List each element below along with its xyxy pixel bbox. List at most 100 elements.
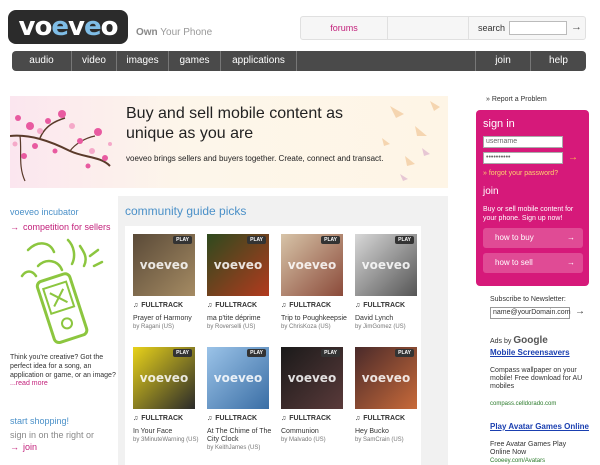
- track-title[interactable]: At The Chime of The City Clock: [207, 428, 277, 444]
- join-title: join: [483, 186, 499, 197]
- username-field[interactable]: username: [483, 136, 563, 148]
- music-note-icon: ♫: [207, 415, 213, 422]
- music-note-icon: ♫: [355, 302, 361, 309]
- music-note-icon: ♫: [133, 415, 139, 422]
- play-button[interactable]: PLAY: [321, 349, 340, 357]
- voeveo-watermark: voeveo: [139, 371, 189, 385]
- track-artist[interactable]: by Malvado (US): [281, 437, 326, 443]
- nav-join[interactable]: join: [476, 51, 531, 71]
- arrow-right-icon: →: [10, 442, 19, 452]
- join-description: Buy or sell mobile content for your phon…: [483, 206, 574, 222]
- track-card[interactable]: PLAY voeveo ♫ FULLTRACK Trip to Poughkeepsie…: [273, 226, 347, 339]
- album-cover[interactable]: PLAY voeveo: [355, 234, 417, 296]
- play-button[interactable]: PLAY: [173, 349, 192, 357]
- voeveo-watermark: voeveo: [287, 258, 337, 272]
- track-card[interactable]: PLAY voeveo ♫ FULLTRACK ma p'tite déprime by …: [199, 226, 269, 339]
- read-more-link[interactable]: ...read more: [10, 380, 48, 387]
- search-input[interactable]: [509, 21, 567, 35]
- track-card[interactable]: PLAY voeveo ♫ FULLTRACK David Lynch by JimGom…: [347, 226, 417, 339]
- signin-title: sign in: [483, 118, 515, 130]
- album-cover[interactable]: PLAY voeveo: [281, 347, 343, 409]
- password-field[interactable]: ••••••••••: [483, 152, 563, 164]
- play-button[interactable]: PLAY: [395, 349, 414, 357]
- fulltrack-label: ♫ FULLTRACK: [133, 415, 184, 422]
- ad-url-screensavers[interactable]: compass.celldorado.com: [490, 401, 556, 407]
- voeveo-watermark: voeveo: [361, 258, 411, 272]
- search-go-button[interactable]: →: [571, 21, 582, 33]
- track-title[interactable]: ma p'tite déprime: [207, 315, 277, 323]
- track-artist[interactable]: by KeithJames (US): [207, 445, 260, 451]
- newsletter-title: Subscribe to Newsletter:: [490, 296, 566, 303]
- album-cover[interactable]: PLAY voeveo: [355, 347, 417, 409]
- ad-text-screensavers: Compass wallpaper on your mobile! Free d…: [490, 367, 583, 390]
- forums-link[interactable]: forums: [301, 17, 388, 39]
- play-button[interactable]: PLAY: [395, 236, 414, 244]
- nav-help[interactable]: help: [531, 51, 586, 71]
- track-card[interactable]: PLAY voeveo ♫ FULLTRACK Communion by Malvado …: [273, 339, 343, 452]
- ads-by-google-label[interactable]: Ads by Google: [490, 335, 548, 346]
- track-artist[interactable]: by SamCrain (US): [355, 437, 404, 443]
- voeveo-watermark: voeveo: [213, 258, 263, 272]
- ad-title-avatar-games[interactable]: Play Avatar Games Online: [490, 422, 590, 431]
- nav-applications[interactable]: applications: [221, 51, 297, 71]
- fulltrack-label: ♫ FULLTRACK: [355, 415, 406, 422]
- fulltrack-label: ♫ FULLTRACK: [355, 302, 406, 309]
- search-label: search: [478, 23, 506, 33]
- top-utility-bar: forums search →: [300, 16, 586, 40]
- main-nav: audio video images games applications jo…: [12, 51, 586, 71]
- track-title[interactable]: Communion: [281, 428, 351, 436]
- play-button[interactable]: PLAY: [247, 349, 266, 357]
- album-cover[interactable]: PLAY voeveo: [133, 347, 195, 409]
- signin-panel: sign in username •••••••••• → » forgot y…: [476, 110, 589, 286]
- play-button[interactable]: PLAY: [247, 236, 266, 244]
- ad-url-avatar-games[interactable]: Cooeey.com/Avatars: [490, 458, 545, 464]
- signin-submit-button[interactable]: →: [568, 152, 578, 163]
- competition-link[interactable]: → competition for sellers: [10, 222, 111, 232]
- track-artist[interactable]: by Roverselli (US): [207, 324, 255, 330]
- track-card[interactable]: PLAY voeveo ♫ FULLTRACK At The Chime of The …: [199, 339, 271, 452]
- play-button[interactable]: PLAY: [173, 236, 192, 244]
- newsletter-email-field[interactable]: name@yourDomain.com: [490, 307, 571, 319]
- newsletter-submit-button[interactable]: →: [575, 306, 585, 317]
- music-note-icon: ♫: [281, 415, 287, 422]
- hero-description: voeveo brings sellers and buyers togethe…: [126, 154, 384, 163]
- album-cover[interactable]: PLAY voeveo: [281, 234, 343, 296]
- ad-title-screensavers[interactable]: Mobile Screensavers: [490, 348, 580, 357]
- nav-games[interactable]: games: [169, 51, 221, 71]
- album-cover[interactable]: PLAY voeveo: [133, 234, 195, 296]
- nav-spacer: [297, 51, 476, 71]
- nav-video[interactable]: video: [72, 51, 117, 71]
- arrow-right-icon: →: [567, 258, 575, 267]
- play-button[interactable]: PLAY: [321, 236, 340, 244]
- track-artist[interactable]: by ChrisKoza (US): [281, 324, 331, 330]
- hero-banner: Buy and sell mobile content as unique as…: [10, 96, 448, 188]
- nav-audio[interactable]: audio: [12, 51, 72, 71]
- album-cover[interactable]: PLAY voeveo: [207, 347, 269, 409]
- report-problem-link[interactable]: » Report a Problem: [486, 96, 547, 103]
- forgot-password-link[interactable]: » forgot your password?: [483, 170, 558, 177]
- track-card[interactable]: PLAY voeveo ♫ FULLTRACK In Your Face by 3Minu…: [125, 339, 198, 452]
- track-card[interactable]: PLAY voeveo ♫ FULLTRACK Hey Bucko by SamCrain…: [347, 339, 417, 452]
- voeveo-watermark: voeveo: [287, 371, 337, 385]
- track-card[interactable]: PLAY voeveo ♫ FULLTRACK Prayer of Harmony by …: [125, 226, 195, 339]
- shopping-text: sign in on the right or: [10, 430, 95, 440]
- track-title[interactable]: Trip to Poughkeepsie: [281, 315, 351, 323]
- nav-images[interactable]: images: [117, 51, 169, 71]
- how-to-buy-button[interactable]: how to buy →: [483, 228, 583, 248]
- join-link[interactable]: → join: [10, 442, 37, 452]
- track-artist[interactable]: by Ragani (US): [133, 324, 174, 330]
- track-artist[interactable]: by JimGomez (US): [355, 324, 406, 330]
- voeveo-watermark: voeveo: [361, 371, 411, 385]
- shopping-title: start shopping!: [10, 416, 70, 426]
- album-cover[interactable]: PLAY voeveo: [207, 234, 269, 296]
- track-title[interactable]: Hey Bucko: [355, 428, 425, 436]
- voeveo-logo[interactable]: voeveo: [8, 10, 128, 44]
- how-to-sell-button[interactable]: how to sell →: [483, 253, 583, 273]
- track-title[interactable]: David Lynch: [355, 315, 425, 323]
- ad-text-avatar-games: Free Avatar Games Play Online Now: [490, 441, 567, 456]
- track-title[interactable]: In Your Face: [133, 428, 203, 436]
- music-note-icon: ♫: [281, 302, 287, 309]
- track-title[interactable]: Prayer of Harmony: [133, 315, 203, 323]
- track-artist[interactable]: by 3MinuteWarning (US): [133, 437, 198, 443]
- hero-headline: Buy and sell mobile content as unique as…: [126, 105, 344, 142]
